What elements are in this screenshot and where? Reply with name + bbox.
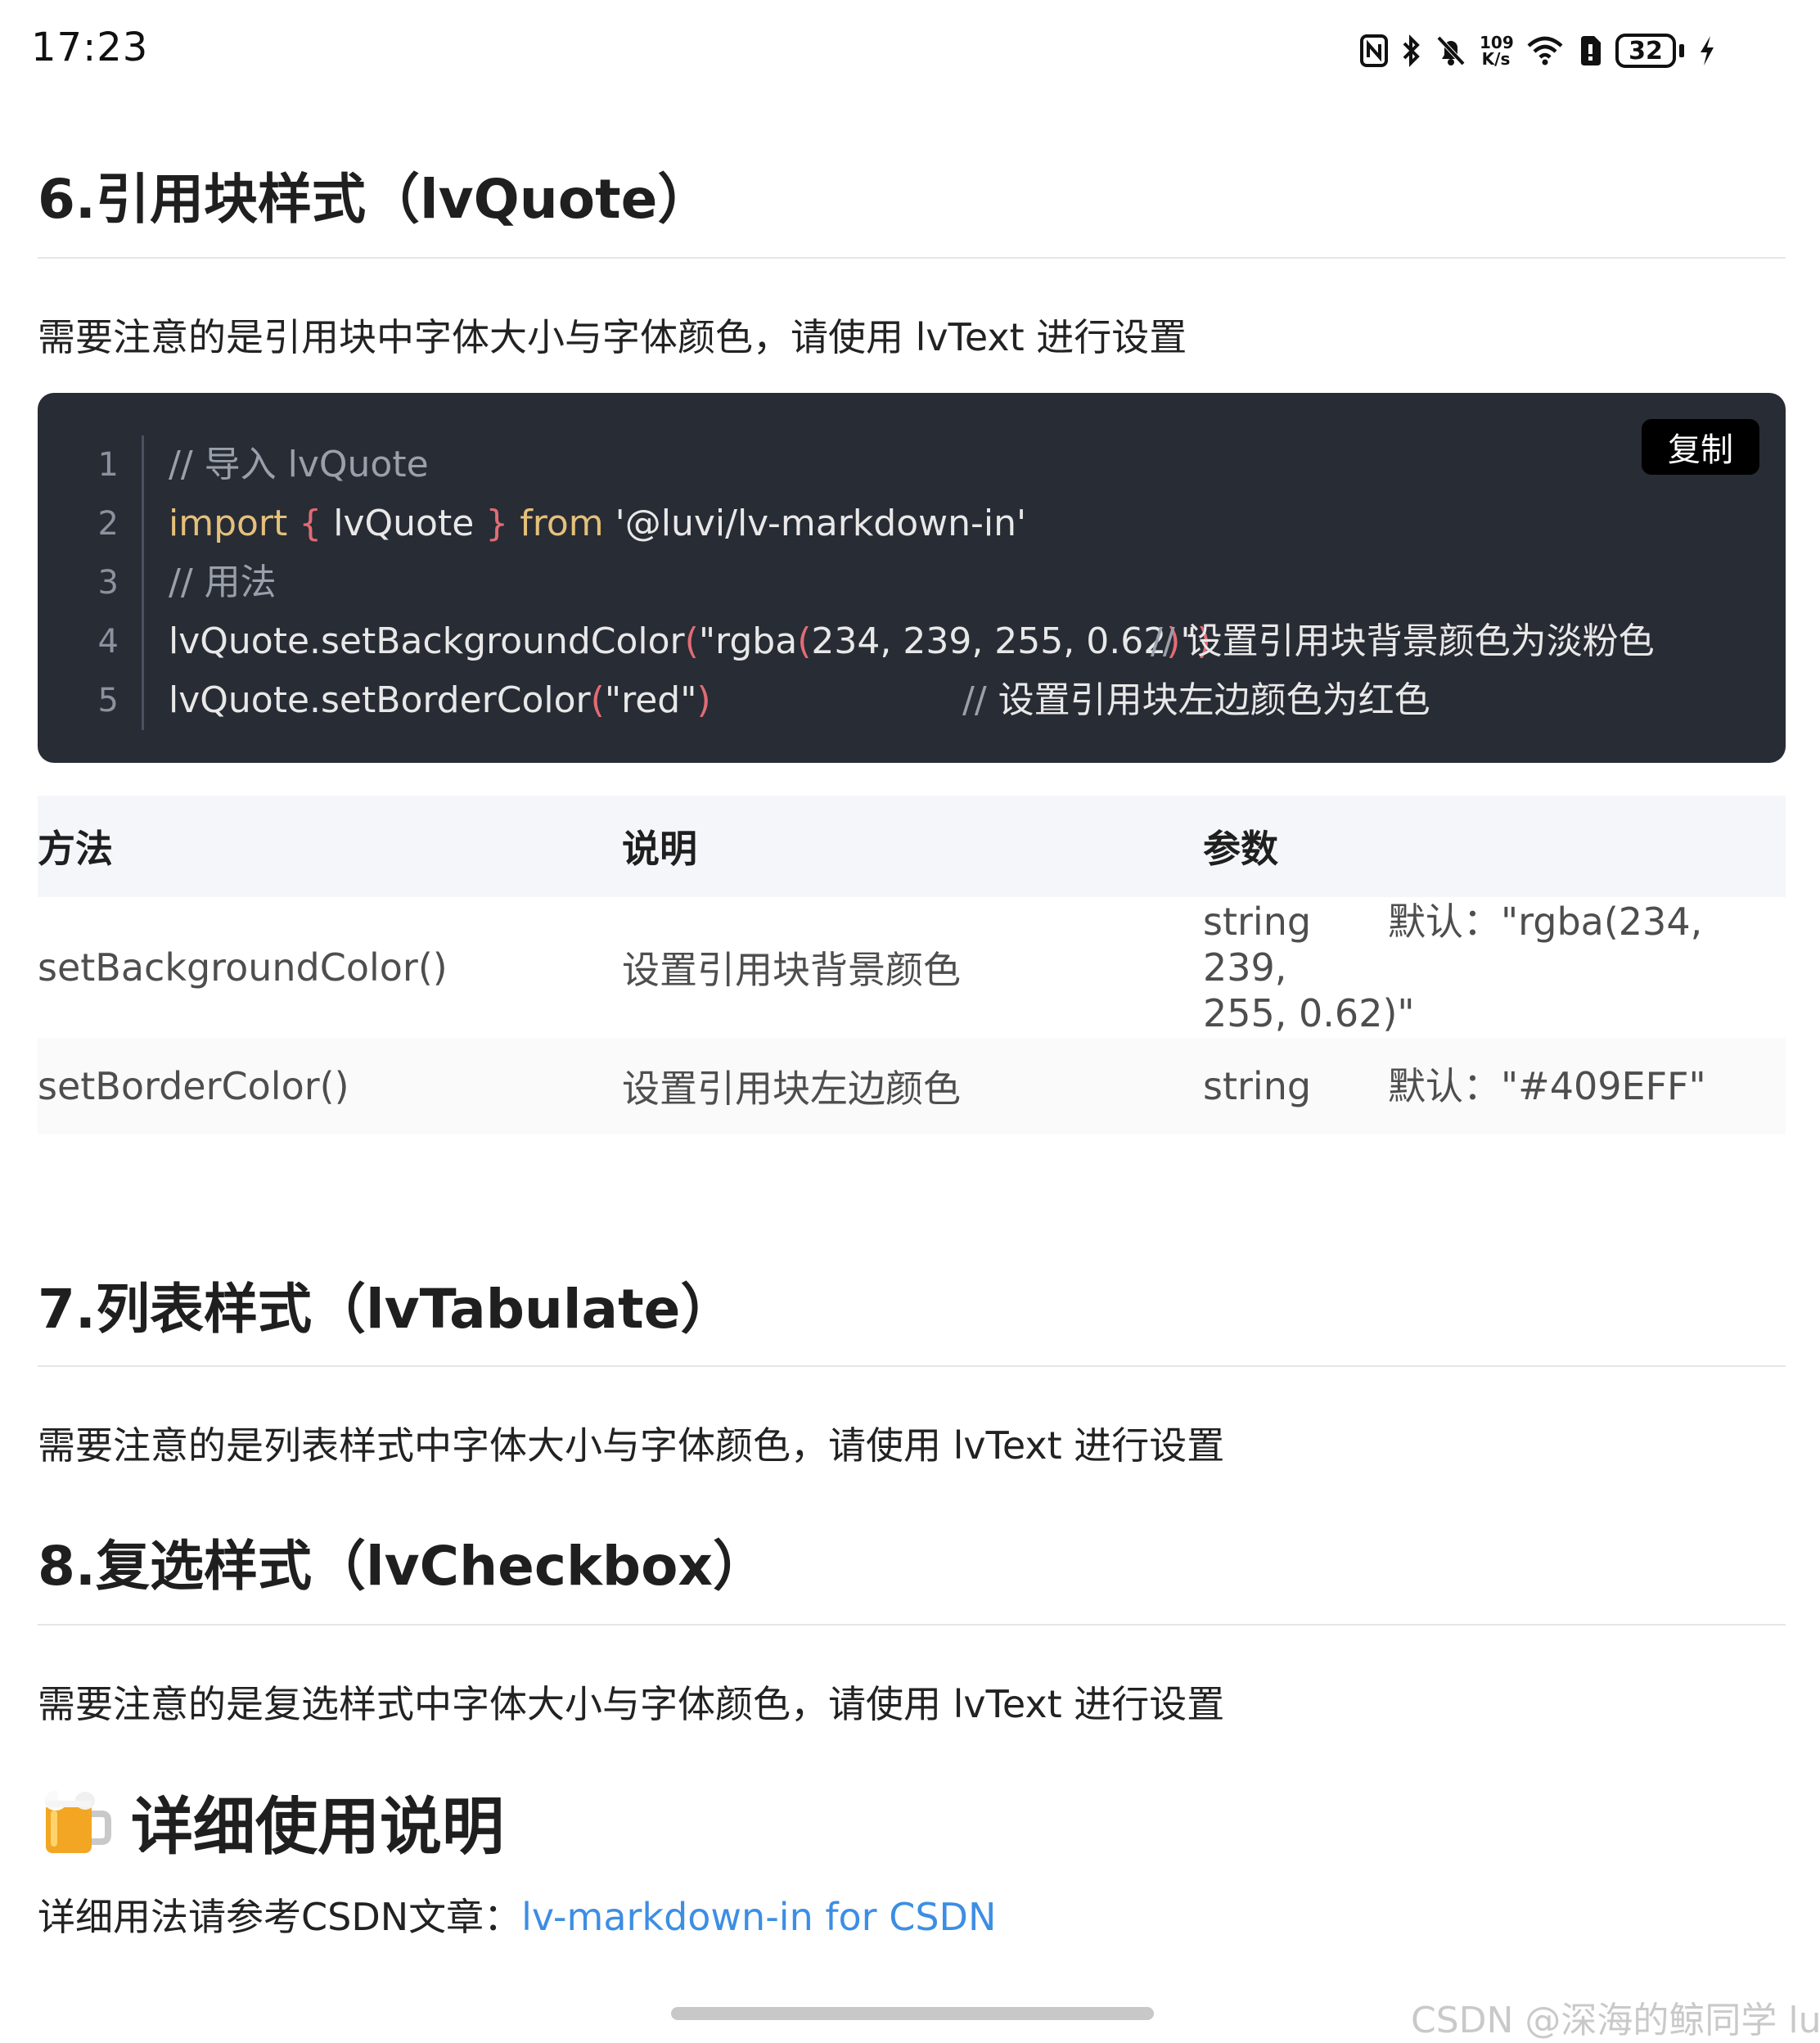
comment-text: 设置引用块左边颜色为红色 [986,679,1430,721]
copy-button[interactable]: 复制 [1642,419,1759,475]
code-gutter: 1 2 3 4 5 [38,435,144,730]
table-header-cell: 方法 [38,827,113,871]
section6-note: 需要注意的是引用块中字体大小与字体颜色，请使用 lvText 进行设置 [38,315,1187,359]
code-call: lvQuote.setBackgroundColor [169,620,685,662]
line-number: 3 [97,564,119,602]
beer-mug-icon [44,1786,111,1853]
status-icons: 109 K/s 32 [1360,26,1717,75]
code-string: 234, 239, 255, 0.62 [811,620,1167,662]
table-cell-method: setBorderColor() [38,1064,349,1108]
comment-text: 设置引用块背景颜色为淡粉色 [1174,620,1655,662]
code-trailing-comment: // 设置引用块背景颜色为淡粉色 [1151,612,1655,671]
sim-icon [1581,36,1601,65]
code-line: // 用法 [144,553,1211,612]
line-number: 5 [97,682,119,719]
divider [38,1365,1786,1367]
code-punctuation: } [485,503,509,544]
table-cell-desc: 设置引用块背景颜色 [622,948,961,992]
home-indicator[interactable] [671,2007,1154,2020]
details-title: 详细使用说明 [131,1790,504,1863]
table-row: setBackgroundColor() 设置引用块背景颜色 string 默认：… [38,897,1786,1038]
param-line: string 默认："#409EFF" [1203,1063,1706,1109]
watermark: CSDN @深海的鲸同学 luvi [1411,2000,1820,2041]
section8-note: 需要注意的是复选样式中字体大小与字体颜色，请使用 lvText 进行设置 [38,1682,1225,1726]
code-line: // 导入 lvQuote [144,435,1211,494]
param-default: 默认："#409EFF" [1388,1064,1706,1108]
code-call: lvQuote.setBorderColor [169,679,591,721]
wifi-icon [1527,36,1563,65]
code-identifier: lvQuote [322,503,486,544]
code-string: "rgba [698,620,798,662]
divider [38,1624,1786,1626]
code-string: "red" [604,679,697,721]
code-line: lvQuote.setBorderColor("red") // 设置引用块左边… [144,671,1430,730]
param-default-continued: 255, 0.62)" [1203,991,1415,1035]
bluetooth-icon [1403,34,1420,67]
code-punctuation: ( [684,620,699,662]
line-number: 2 [97,505,119,543]
status-bar: 17:23 109 K/s 32 [0,0,1820,98]
code-punctuation: ) [696,679,711,721]
code-punctuation: ( [590,679,605,721]
table-cell-param: string 默认："rgba(234, 239, 255, 0.62)" [1203,897,1786,1038]
battery-icon: 32 [1615,34,1676,68]
comment-slashes: // [962,679,987,721]
param-type: string [1203,900,1312,944]
code-comment: // 导入 lvQuote [169,444,429,485]
charging-bolt-icon [1701,36,1714,65]
battery-cap [1679,44,1684,57]
code-string: '@luvi/lv-markdown-in' [603,503,1027,544]
table-header-cell: 说明 [622,827,697,871]
table-cell-method: setBackgroundColor() [38,945,448,990]
code-block: 复制 1 2 3 4 5 // 导入 lvQuote import { lvQu… [38,393,1786,763]
section8-title: 8.复选样式（lvCheckbox） [38,1535,767,1598]
code-comment: // 用法 [169,561,277,603]
csdn-article-link[interactable]: lv-markdown-in for CSDN [521,1895,996,1939]
details-ref-prefix: 详细用法请参考CSDN文章： [38,1895,522,1939]
code-keyword: import [169,503,288,544]
code-trailing-comment: // 设置引用块左边颜色为红色 [962,671,1430,730]
table-header-row: 方法 说明 参数 [38,796,1786,897]
code-lines: // 导入 lvQuote import { lvQuote } from '@… [144,435,1655,730]
nfc-icon [1360,34,1388,67]
net-speed: 109 K/s [1480,33,1514,69]
section6-title: 6.引用块样式（lvQuote） [38,168,712,231]
mute-bell-icon [1436,35,1466,66]
api-table: 方法 说明 参数 setBackgroundColor() 设置引用块背景颜色 … [38,796,1786,1134]
divider [38,257,1786,259]
code-punctuation: { [287,503,322,544]
code-line: lvQuote.setBackgroundColor("rgba(234, 23… [144,612,1655,671]
line-number: 4 [97,623,119,661]
table-header-cell: 参数 [1203,827,1278,871]
comment-slashes: // [1151,620,1175,662]
param-line: string 默认："rgba(234, 239, [1203,899,1786,990]
code-keyword: from [508,503,604,544]
section7-note: 需要注意的是列表样式中字体大小与字体颜色，请使用 lvText 进行设置 [38,1423,1225,1468]
table-cell-desc: 设置引用块左边颜色 [622,1067,961,1111]
table-row: setBorderColor() 设置引用块左边颜色 string 默认："#40… [38,1038,1786,1134]
code-line: import { lvQuote } from '@luvi/lv-markdo… [144,494,1211,553]
code-punctuation: ( [797,620,812,662]
status-time: 17:23 [31,25,149,70]
param-type: string [1203,1064,1312,1108]
section7-title: 7.列表样式（lvTabulate） [38,1278,735,1341]
details-reference: 详细用法请参考CSDN文章：lv-markdown-in for CSDN [38,1887,996,1942]
line-number: 1 [97,446,119,484]
battery-level: 32 [1629,36,1663,65]
table-cell-param: string 默认："#409EFF" [1203,1038,1786,1134]
